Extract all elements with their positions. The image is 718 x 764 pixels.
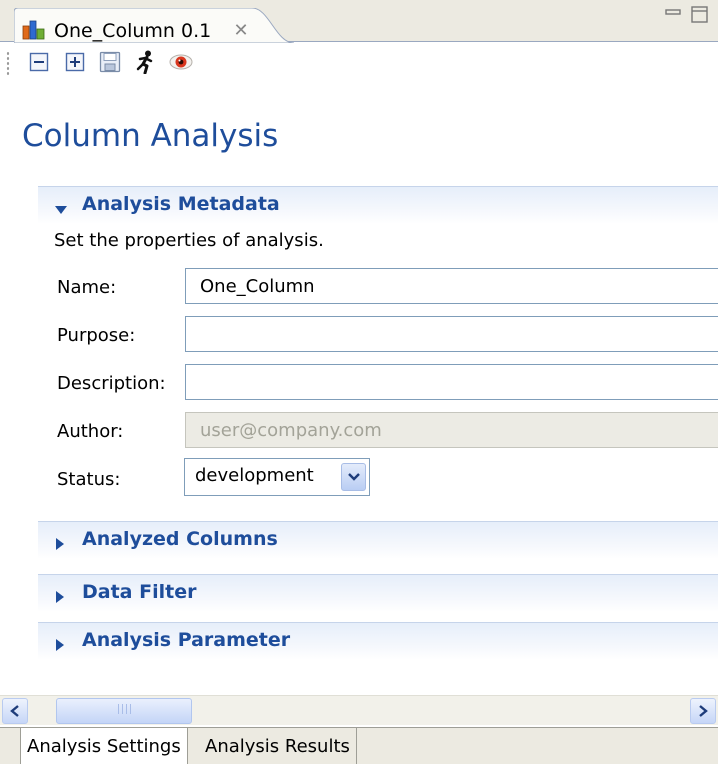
purpose-field[interactable] — [185, 316, 718, 352]
name-field[interactable]: One_Column — [185, 268, 718, 304]
name-field-value: One_Column — [200, 276, 315, 297]
save-icon — [99, 51, 121, 78]
chart-icon — [22, 18, 46, 40]
editor-tab[interactable]: One_Column 0.1 ✕ — [14, 8, 294, 43]
editor-tab-strip: One_Column 0.1 ✕ — [0, 0, 718, 43]
run-icon — [133, 50, 157, 79]
form-title: Column Analysis — [22, 118, 279, 154]
save-button[interactable] — [97, 51, 123, 77]
editor-page-tabs: Analysis Settings Analysis Results — [0, 727, 718, 764]
section-title: Data Filter — [82, 581, 197, 603]
horizontal-scrollbar[interactable] — [0, 695, 718, 725]
expand-all-button[interactable] — [62, 51, 88, 77]
section-analysis-metadata[interactable]: Analysis Metadata — [38, 186, 718, 224]
scrollbar-grip — [118, 704, 132, 714]
section-title: Analyzed Columns — [82, 528, 278, 550]
purpose-label: Purpose: — [57, 325, 136, 346]
chevron-right-icon — [698, 700, 708, 722]
toolbar-grip[interactable] — [6, 51, 10, 77]
scroll-left-button[interactable] — [2, 698, 28, 724]
status-dropdown[interactable]: development — [184, 458, 370, 496]
description-label: Description: — [57, 373, 166, 394]
author-field: user@company.com — [185, 412, 718, 448]
collapse-all-button[interactable] — [26, 51, 52, 77]
minimize-icon[interactable] — [664, 4, 682, 28]
author-label: Author: — [57, 421, 124, 442]
chevron-down-icon — [54, 199, 68, 221]
tab-analysis-settings[interactable]: Analysis Settings — [20, 728, 188, 764]
section-description: Set the properties of analysis. — [54, 230, 324, 251]
preview-button[interactable] — [168, 51, 194, 77]
description-field[interactable] — [185, 364, 718, 400]
section-title: Analysis Parameter — [82, 629, 291, 651]
tab-analysis-results[interactable]: Analysis Results — [199, 728, 357, 764]
editor-toolbar — [0, 43, 718, 87]
status-label: Status: — [57, 469, 121, 490]
expand-all-icon — [65, 52, 85, 77]
chevron-left-icon — [10, 700, 20, 722]
name-label: Name: — [57, 277, 117, 298]
author-field-value: user@company.com — [200, 420, 382, 441]
chevron-right-icon — [54, 635, 66, 657]
collapse-all-icon — [29, 52, 49, 77]
run-button[interactable] — [132, 50, 158, 79]
chevron-down-icon[interactable] — [341, 463, 366, 491]
chevron-right-icon — [54, 587, 66, 609]
section-analyzed-columns[interactable]: Analyzed Columns — [38, 521, 718, 559]
chevron-right-icon — [54, 534, 66, 556]
tab-label: Analysis Settings — [27, 735, 181, 757]
section-title: Analysis Metadata — [82, 193, 280, 215]
tab-label: Analysis Results — [205, 735, 350, 757]
status-selected-value: development — [195, 465, 314, 486]
editor-tab-title: One_Column 0.1 — [54, 20, 212, 42]
section-data-filter[interactable]: Data Filter — [38, 574, 718, 612]
close-icon[interactable]: ✕ — [230, 20, 252, 41]
section-analysis-parameter[interactable]: Analysis Parameter — [38, 622, 718, 660]
maximize-icon[interactable] — [690, 4, 710, 29]
scroll-right-button[interactable] — [690, 698, 716, 724]
eye-icon — [168, 52, 194, 77]
